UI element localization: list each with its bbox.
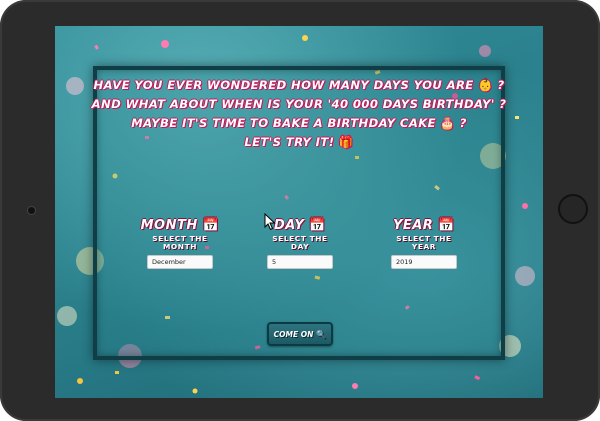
month-field-group: MONTH 📅 SELECT THE MONTH December (135, 218, 225, 269)
app-screen: HAVE YOU EVER WONDERED HOW MANY DAYS YOU… (55, 26, 543, 398)
year-field-group: YEAR 📅 SELECT THE YEAR 2019 (379, 218, 469, 269)
come-on-button[interactable]: COME ON 🔍 (267, 322, 333, 346)
month-select[interactable]: December (147, 255, 213, 269)
home-button[interactable] (558, 194, 588, 224)
calendar-icon: 📅 (438, 218, 456, 233)
magnifier-icon: 🔍 (316, 329, 327, 339)
year-subtitle: SELECT THE YEAR (396, 234, 452, 251)
headline-line-4: LET'S TRY IT! 🎁 (244, 135, 354, 149)
month-subtitle: SELECT THE MONTH (152, 234, 208, 251)
baby-icon: 👶 (478, 78, 493, 92)
year-title: YEAR 📅 (392, 218, 456, 233)
front-camera (28, 207, 35, 214)
day-input[interactable]: 5 (267, 255, 333, 269)
year-input[interactable]: 2019 (391, 255, 457, 269)
headline-line-3: MAYBE IT'S TIME TO BAKE A BIRTHDAY CAKE … (131, 116, 467, 130)
calendar-icon: 📅 (202, 218, 220, 233)
month-title: MONTH 📅 (140, 218, 220, 233)
day-subtitle: SELECT THE DAY (272, 234, 328, 251)
headline-line-1: HAVE YOU EVER WONDERED HOW MANY DAYS YOU… (93, 78, 505, 92)
come-on-label: COME ON (273, 329, 314, 339)
gift-icon: 🎁 (338, 135, 354, 149)
cake-icon: 🎂 (440, 116, 456, 130)
headline: HAVE YOU EVER WONDERED HOW MANY DAYS YOU… (55, 76, 543, 152)
tablet-frame: HAVE YOU EVER WONDERED HOW MANY DAYS YOU… (0, 0, 600, 421)
mouse-cursor (264, 213, 276, 231)
calendar-icon: 📅 (309, 218, 326, 233)
headline-line-2: AND WHAT ABOUT WHEN IS YOUR '40 000 DAYS… (91, 97, 507, 111)
